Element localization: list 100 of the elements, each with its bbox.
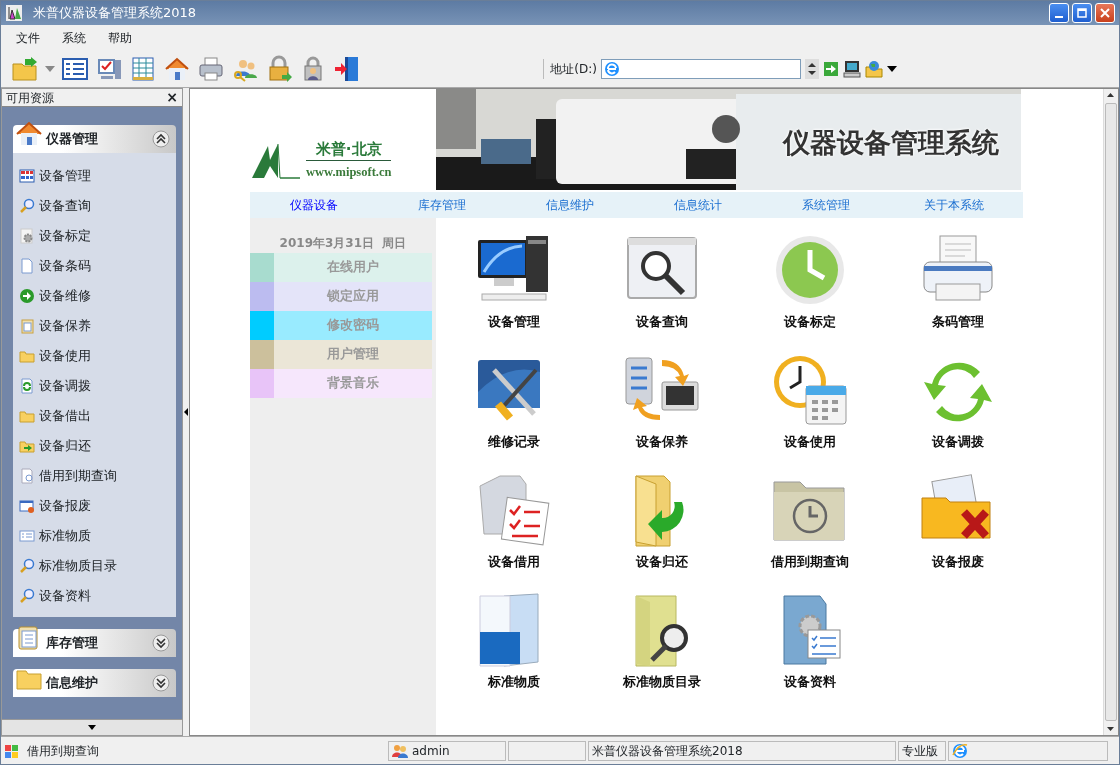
close-icon (1100, 8, 1110, 18)
sidebar-item[interactable]: 设备使用 (19, 341, 176, 371)
tile-label[interactable]: 设备报废 (932, 552, 984, 572)
gear-icon (19, 228, 35, 244)
sidebar-item[interactable]: 设备资料 (19, 581, 176, 611)
document-search-icon (19, 468, 35, 484)
close-button[interactable] (1095, 3, 1115, 23)
tile-label[interactable]: 设备调拨 (932, 432, 984, 452)
sidebar-item[interactable]: 设备管理 (19, 161, 176, 191)
menu-item[interactable]: 文件 (5, 28, 51, 47)
sidebar-item[interactable]: 设备保养 (19, 311, 176, 341)
folder-arrow-icon (11, 54, 39, 83)
tile-label[interactable]: 借用到期查询 (771, 552, 849, 572)
tile-label[interactable]: 设备借用 (488, 552, 540, 572)
printer-icon (197, 54, 225, 83)
tile-label[interactable]: 标准物质 (488, 672, 540, 692)
spinner-icon[interactable] (805, 58, 819, 79)
close-button[interactable]: × (166, 87, 178, 108)
status-text: 借用到期查询 (27, 742, 99, 760)
window-icon (19, 498, 35, 514)
section-header[interactable]: 信息维护 (13, 669, 176, 697)
browser-icon (604, 60, 620, 77)
scrollbar[interactable] (1103, 89, 1118, 735)
sidebar-item[interactable]: 设备归还 (19, 431, 176, 461)
windows-icon (4, 742, 20, 759)
grid-icon (19, 168, 35, 184)
banner-title: 仪器设备管理系统 (783, 126, 999, 160)
website-link[interactable]: www.mipsoft.cn (306, 160, 392, 182)
computer-icon[interactable] (843, 59, 861, 78)
minimize-icon (1055, 16, 1063, 18)
status-user: admin (412, 742, 450, 760)
tile-label[interactable]: 标准物质目录 (623, 672, 701, 692)
door-exit-icon (333, 54, 361, 83)
refresh-document-icon (19, 378, 35, 394)
tile-label[interactable]: 设备管理 (488, 312, 540, 332)
sidebar-item[interactable]: 设备报废 (19, 491, 176, 521)
address-label: 地址(D:) (550, 60, 597, 78)
section-header[interactable]: 库存管理 (13, 629, 176, 657)
caret-icon[interactable] (887, 65, 897, 72)
table-icon (129, 54, 157, 83)
sidebar-item[interactable]: 设备条码 (19, 251, 176, 281)
expand-icon[interactable] (152, 674, 170, 692)
section-title: 库存管理 (46, 634, 98, 653)
status-product: 米普仪器设备管理系统2018 (592, 742, 743, 760)
sidebar-item[interactable]: 借用到期查询 (19, 461, 176, 491)
list-icon (19, 528, 35, 544)
table-button[interactable] (129, 54, 157, 83)
nav-link[interactable]: 系统管理 (762, 196, 890, 214)
window-title: 米普仪器设备管理系统2018 (33, 4, 197, 23)
scroll-down-icon[interactable] (88, 725, 96, 730)
minimize-button[interactable] (1049, 3, 1069, 23)
menu-item[interactable]: 帮助 (97, 28, 143, 47)
door-exit-button[interactable] (333, 54, 361, 83)
clipboard-icon (19, 318, 35, 334)
tile-label[interactable]: 设备保养 (636, 432, 688, 452)
date-text: 2019年3月31日 周日 (278, 235, 408, 252)
panel-title: 可用资源 (6, 89, 54, 107)
maximize-icon (1077, 8, 1087, 18)
house-icon (15, 120, 43, 148)
collapse-icon[interactable] (152, 130, 170, 148)
nav-link[interactable]: 信息统计 (634, 196, 762, 214)
tile-label[interactable]: 条码管理 (932, 312, 984, 332)
sidebar-item[interactable]: 设备调拨 (19, 371, 176, 401)
folder-icon (19, 408, 35, 424)
nav-link[interactable]: 库存管理 (378, 196, 506, 214)
expand-icon[interactable] (152, 634, 170, 652)
sidebar-item[interactable]: 设备查询 (19, 191, 176, 221)
tile-label[interactable]: 设备使用 (784, 432, 836, 452)
collapse-arrow-icon[interactable] (184, 408, 188, 416)
flask-icon (5, 4, 23, 22)
section-title: 仪器管理 (46, 130, 98, 149)
magnifier-icon (19, 588, 35, 604)
tile-label[interactable]: 维修记录 (488, 432, 540, 452)
section-title: 信息维护 (46, 674, 98, 693)
folder-icon (19, 348, 35, 364)
sidebar-item[interactable]: 设备标定 (19, 221, 176, 251)
nav-link[interactable]: 关于本系统 (890, 196, 1018, 214)
menu-item[interactable]: 系统 (51, 28, 97, 47)
tile-label[interactable]: 设备归还 (636, 552, 688, 572)
nav-link[interactable]: 仪器设备 (250, 196, 378, 214)
scroll-thumb[interactable] (1105, 103, 1117, 721)
sidebar-item[interactable]: 设备维修 (19, 281, 176, 311)
sidebar-item[interactable]: 设备借出 (19, 401, 176, 431)
address-field[interactable] (601, 58, 801, 79)
status-edition: 专业版 (902, 742, 938, 760)
browser-icon (952, 742, 968, 759)
folder-arrow-icon (19, 438, 35, 454)
tile-label[interactable]: 设备资料 (784, 672, 836, 692)
sidebar-item[interactable]: 标准物质目录 (19, 551, 176, 581)
maximize-button[interactable] (1072, 3, 1092, 23)
nav-link[interactable]: 信息维护 (506, 196, 634, 214)
arrow-circle-icon (19, 288, 35, 304)
sidebar-item[interactable]: 标准物质 (19, 521, 176, 551)
folder-arrow-button[interactable] (11, 54, 39, 83)
users-icon (392, 742, 408, 759)
tile-label[interactable]: 设备标定 (784, 312, 836, 332)
printer-button[interactable] (197, 54, 225, 83)
brand-name: 米普·北京 (314, 138, 383, 160)
magnifier-icon (19, 558, 35, 574)
tile-label[interactable]: 设备查询 (636, 312, 688, 332)
